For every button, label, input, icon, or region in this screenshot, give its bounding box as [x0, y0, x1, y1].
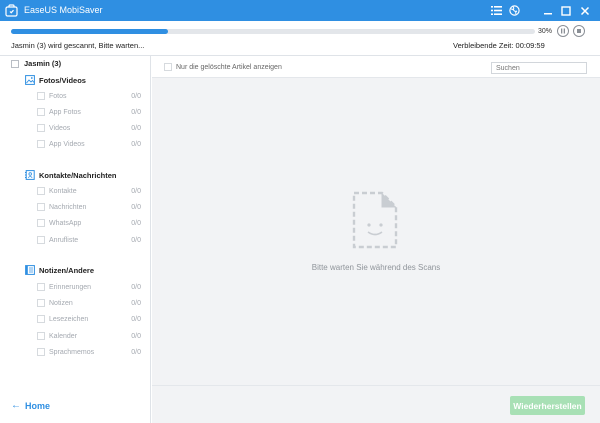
home-button[interactable]: ← Home	[11, 400, 50, 411]
category-kontakte-nachrichten[interactable]: Kontakte/Nachrichten	[25, 170, 117, 180]
close-icon[interactable]	[577, 3, 592, 18]
remaining-time: Verbleibende Zeit: 00:09:59	[453, 41, 545, 50]
item-count: 0/0	[131, 332, 141, 340]
item-label: Nachrichten	[49, 203, 87, 211]
sidebar-item-notizen[interactable]: Notizen 0/0	[37, 299, 143, 307]
item-count: 0/0	[131, 236, 141, 244]
item-checkbox[interactable]	[37, 108, 45, 116]
deleted-only-label: Nur die gelöschte Artikel anzeigen	[176, 63, 282, 71]
sidebar-item-kontakte[interactable]: Kontakte 0/0	[37, 187, 143, 195]
sidebar-item-app-fotos[interactable]: App Fotos 0/0	[37, 108, 143, 116]
item-checkbox[interactable]	[37, 236, 45, 244]
sidebar-item-videos[interactable]: Videos 0/0	[37, 124, 143, 132]
item-count: 0/0	[131, 299, 141, 307]
item-label: App Videos	[49, 140, 85, 148]
progress-bar	[11, 29, 535, 34]
image-icon	[25, 75, 35, 85]
item-count: 0/0	[131, 219, 141, 227]
item-checkbox[interactable]	[37, 299, 45, 307]
sidebar-item-lesezeichen[interactable]: Lesezeichen 0/0	[37, 315, 143, 323]
maximize-icon[interactable]	[558, 3, 573, 18]
item-label: WhatsApp	[49, 219, 82, 227]
item-checkbox[interactable]	[37, 140, 45, 148]
title-bar: EaseUS MobiSaver	[0, 0, 600, 21]
category-fotos-videos[interactable]: Fotos/Videos	[25, 75, 86, 85]
category-notizen-andere[interactable]: Notizen/Andere	[25, 265, 94, 275]
results-footer: Wiederherstellen	[152, 385, 600, 423]
item-checkbox[interactable]	[37, 203, 45, 211]
device-checkbox[interactable]	[11, 59, 19, 68]
item-checkbox[interactable]	[37, 219, 45, 227]
item-count: 0/0	[131, 283, 141, 291]
results-panel: Nur die gelöschte Artikel anzeigen Bitte…	[152, 56, 600, 385]
item-label: Lesezeichen	[49, 315, 89, 323]
item-count: 0/0	[131, 348, 141, 356]
sidebar-item-nachrichten[interactable]: Nachrichten 0/0	[37, 203, 143, 211]
notes-icon	[25, 265, 35, 275]
deleted-only-checkbox[interactable]	[164, 63, 172, 71]
sidebar-item-erinnerungen[interactable]: Erinnerungen 0/0	[37, 283, 143, 291]
arrow-left-icon: ←	[11, 400, 21, 411]
device-label: Jasmin (3)	[24, 59, 62, 68]
app-title: EaseUS MobiSaver	[24, 5, 103, 15]
search-input[interactable]	[491, 62, 587, 74]
item-count: 0/0	[131, 315, 141, 323]
item-checkbox[interactable]	[37, 187, 45, 195]
minimize-icon[interactable]	[540, 3, 555, 18]
item-label: Videos	[49, 124, 71, 132]
item-label: Fotos	[49, 92, 67, 100]
item-checkbox[interactable]	[37, 332, 45, 340]
contacts-icon	[25, 170, 35, 180]
item-checkbox[interactable]	[37, 348, 45, 356]
scan-progress-panel: 30% Jasmin (3) wird gescannt, Bitte wart…	[0, 21, 600, 53]
item-count: 0/0	[131, 124, 141, 132]
home-label: Home	[25, 400, 51, 411]
sidebar-item-app-videos[interactable]: App Videos 0/0	[37, 140, 143, 148]
item-count: 0/0	[131, 140, 141, 148]
sidebar-item-kalender[interactable]: Kalender 0/0	[37, 332, 143, 340]
category-sidebar: Jasmin (3) Fotos/Videos Fotos 0/0 App Fo…	[0, 56, 151, 423]
results-toolbar: Nur die gelöschte Artikel anzeigen	[152, 56, 600, 78]
category-label: Fotos/Videos	[39, 75, 86, 85]
stop-button[interactable]	[573, 25, 585, 37]
item-count: 0/0	[131, 187, 141, 195]
item-count: 0/0	[131, 92, 141, 100]
item-label: Notizen	[49, 299, 73, 307]
item-count: 0/0	[131, 203, 141, 211]
scan-status-text: Jasmin (3) wird gescannt, Bitte warten..…	[11, 41, 145, 50]
sidebar-item-anrufliste[interactable]: Anrufliste 0/0	[37, 236, 143, 244]
deleted-only-filter[interactable]: Nur die gelöschte Artikel anzeigen	[164, 63, 282, 71]
item-checkbox[interactable]	[37, 315, 45, 323]
pause-button[interactable]	[557, 25, 569, 37]
globe-icon[interactable]	[507, 3, 522, 18]
app-logo-icon	[5, 4, 18, 17]
sidebar-item-fotos[interactable]: Fotos 0/0	[37, 92, 143, 100]
item-label: Anrufliste	[49, 236, 79, 244]
empty-state-message: Bitte warten Sie während des Scans	[311, 263, 441, 272]
item-label: Erinnerungen	[49, 283, 92, 291]
list-icon[interactable]	[489, 3, 504, 18]
restore-button[interactable]: Wiederherstellen	[510, 396, 585, 415]
progress-bar-fill	[11, 29, 169, 34]
item-label: Sprachmemos	[49, 348, 95, 356]
item-checkbox[interactable]	[37, 124, 45, 132]
item-checkbox[interactable]	[37, 92, 45, 100]
stop-icon	[577, 29, 581, 33]
sidebar-item-sprachmemos[interactable]: Sprachmemos 0/0	[37, 348, 143, 356]
item-label: Kontakte	[49, 187, 77, 195]
pause-icon	[561, 28, 565, 34]
item-checkbox[interactable]	[37, 283, 45, 291]
item-count: 0/0	[131, 108, 141, 116]
item-label: Kalender	[49, 332, 78, 340]
progress-percent: 30%	[538, 28, 553, 35]
sidebar-item-whatsapp[interactable]: WhatsApp 0/0	[37, 219, 143, 227]
item-label: App Fotos	[49, 108, 81, 116]
category-label: Kontakte/Nachrichten	[39, 170, 117, 180]
device-row[interactable]: Jasmin (3)	[11, 59, 61, 68]
empty-document-icon	[352, 191, 398, 249]
category-label: Notizen/Andere	[39, 265, 95, 275]
